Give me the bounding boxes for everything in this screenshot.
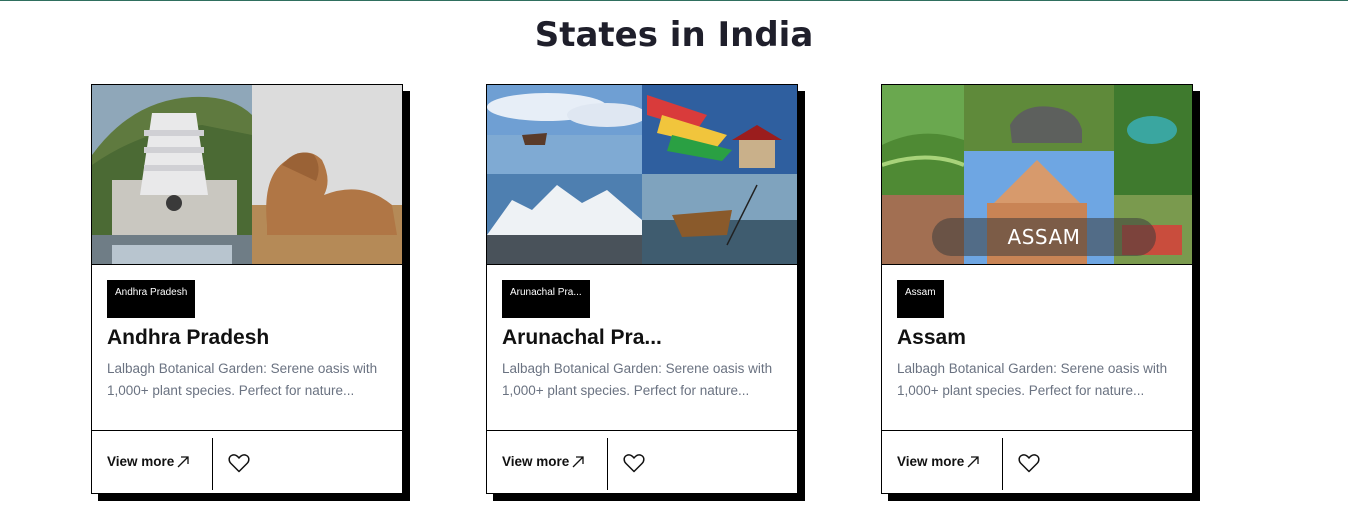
- footer-divider: [1002, 438, 1003, 490]
- view-more-link[interactable]: View more: [107, 449, 190, 469]
- state-tag: Andhra Pradesh: [107, 280, 196, 318]
- card-description: Lalbagh Botanical Garden: Serene oasis w…: [107, 361, 378, 398]
- card-description: Lalbagh Botanical Garden: Serene oasis w…: [897, 361, 1168, 398]
- card-footer: View more: [92, 430, 402, 494]
- image-caption: ASSAM: [932, 218, 1156, 256]
- state-card-andhra-pradesh: Andhra Pradesh Andhra Pradesh Lalbagh Bo…: [91, 84, 403, 494]
- card-title: Assam: [897, 326, 966, 349]
- arrow-up-right-icon: [572, 456, 584, 468]
- view-more-label: View more: [502, 454, 570, 469]
- arrow-up-right-icon: [967, 456, 979, 468]
- heart-icon[interactable]: [227, 451, 251, 475]
- view-more-label: View more: [107, 454, 175, 469]
- page-title: States in India: [534, 15, 814, 55]
- footer-divider: [607, 438, 608, 490]
- state-card-assam: ASSAM Assam Assam Lalbagh Botanical Gard…: [881, 84, 1193, 494]
- state-image: [487, 85, 797, 265]
- view-more-link[interactable]: View more: [502, 449, 585, 469]
- card-footer: View more: [487, 430, 797, 494]
- state-image: ASSAM: [882, 85, 1192, 265]
- card-title: Andhra Pradesh: [107, 326, 270, 349]
- state-tag: Arunachal Pra...: [502, 280, 590, 318]
- arrow-up-right-icon: [177, 456, 189, 468]
- heart-icon[interactable]: [622, 451, 646, 475]
- view-more-link[interactable]: View more: [897, 449, 980, 469]
- footer-divider: [212, 438, 213, 490]
- heart-icon[interactable]: [1017, 451, 1041, 475]
- card-title: Arunachal Pra...: [502, 326, 662, 349]
- card-description: Lalbagh Botanical Garden: Serene oasis w…: [502, 361, 773, 398]
- state-card-arunachal-pradesh: Arunachal Pra... Arunachal Pra... Lalbag…: [486, 84, 798, 494]
- view-more-label: View more: [897, 454, 965, 469]
- state-image: [92, 85, 402, 265]
- card-footer: View more: [882, 430, 1192, 494]
- state-tag: Assam: [897, 280, 944, 318]
